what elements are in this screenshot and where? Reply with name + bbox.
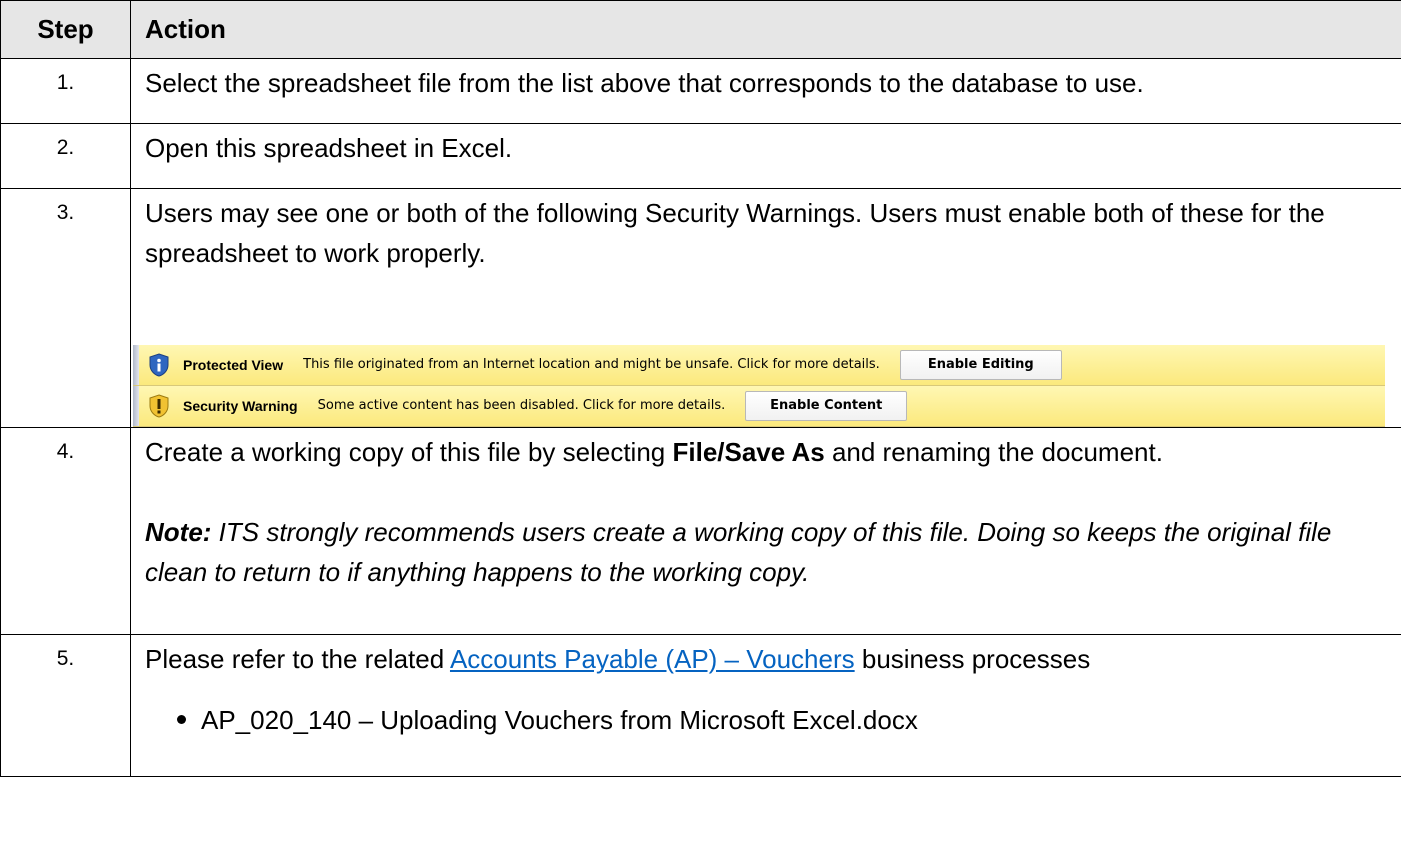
step-text: Users may see one or both of the followi… bbox=[145, 198, 1325, 268]
column-header-step: Step bbox=[0, 0, 131, 59]
step-text: Please refer to the related Accounts Pay… bbox=[145, 639, 1391, 679]
enable-editing-button[interactable]: Enable Editing bbox=[899, 350, 1062, 380]
table-row: 4. Create a working copy of this file by… bbox=[0, 427, 1401, 635]
bar-message: This file originated from an Internet lo… bbox=[303, 357, 880, 372]
table-row: 1. Select the spreadsheet file from the … bbox=[0, 58, 1401, 124]
step-action: Open this spreadsheet in Excel. bbox=[130, 123, 1401, 189]
bar-edge bbox=[133, 345, 139, 385]
info-shield-icon bbox=[147, 353, 171, 377]
bar-title: Protected View bbox=[183, 357, 284, 373]
table-row: 5. Please refer to the related Accounts … bbox=[0, 634, 1401, 777]
table-row: 2. Open this spreadsheet in Excel. bbox=[0, 123, 1401, 189]
step-number: 4. bbox=[0, 427, 131, 635]
enable-content-button[interactable]: Enable Content bbox=[745, 391, 908, 421]
security-warning-bar: Security Warning Some active content has… bbox=[133, 386, 1385, 427]
step-number: 5. bbox=[0, 634, 131, 777]
text-segment: business processes bbox=[854, 644, 1091, 674]
step-action: Create a working copy of this file by se… bbox=[130, 427, 1401, 635]
list-item-text: AP_020_140 – Uploading Vouchers from Mic… bbox=[201, 705, 918, 735]
table-header-row: Step Action bbox=[0, 0, 1401, 59]
table-row: 3. Users may see one or both of the foll… bbox=[0, 188, 1401, 428]
bar-title: Security Warning bbox=[183, 398, 298, 414]
column-header-action: Action bbox=[130, 0, 1401, 59]
bar-message: Some active content has been disabled. C… bbox=[317, 398, 726, 413]
steps-table: Step Action 1. Select the spreadsheet fi… bbox=[0, 0, 1401, 777]
note-text: ITS strongly recommends users create a w… bbox=[145, 517, 1332, 587]
step-number: 2. bbox=[0, 123, 131, 189]
menu-path: File/Save As bbox=[672, 437, 825, 467]
message-bars-screenshot: Protected View This file originated from… bbox=[133, 345, 1385, 427]
step-action: Users may see one or both of the followi… bbox=[130, 188, 1401, 428]
bar-edge bbox=[133, 386, 139, 426]
step-action: Select the spreadsheet file from the lis… bbox=[130, 58, 1401, 124]
note-label: Note: bbox=[145, 517, 212, 547]
list-item: AP_020_140 – Uploading Vouchers from Mic… bbox=[177, 700, 1391, 740]
step-text: Select the spreadsheet file from the lis… bbox=[145, 68, 1144, 98]
text-segment: and renaming the document. bbox=[824, 437, 1163, 467]
bullet-icon bbox=[177, 715, 186, 724]
protected-view-bar: Protected View This file originated from… bbox=[133, 345, 1385, 386]
warning-shield-icon bbox=[147, 394, 171, 418]
step-text: Open this spreadsheet in Excel. bbox=[145, 133, 513, 163]
bullet-list: AP_020_140 – Uploading Vouchers from Mic… bbox=[145, 700, 1391, 740]
step-number: 3. bbox=[0, 188, 131, 428]
text-segment: Please refer to the related bbox=[145, 644, 450, 674]
note: Note: ITS strongly recommends users crea… bbox=[145, 512, 1391, 592]
step-number: 1. bbox=[0, 58, 131, 124]
step-text: Create a working copy of this file by se… bbox=[145, 432, 1391, 472]
text-segment: Create a working copy of this file by se… bbox=[145, 437, 673, 467]
step-action: Please refer to the related Accounts Pay… bbox=[130, 634, 1401, 777]
accounts-payable-vouchers-link[interactable]: Accounts Payable (AP) – Vouchers bbox=[450, 644, 855, 674]
